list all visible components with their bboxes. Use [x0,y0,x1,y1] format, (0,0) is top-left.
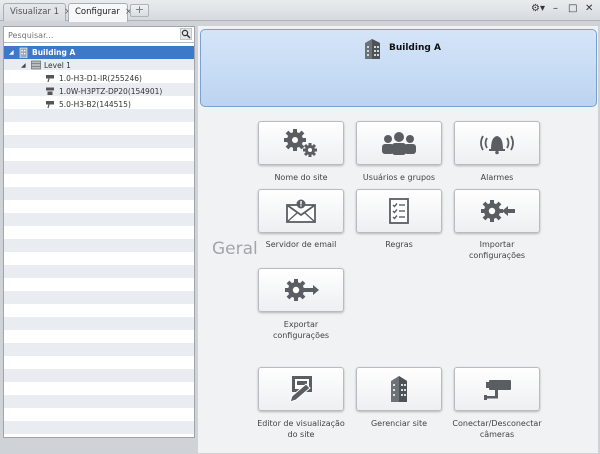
tree-item-label: 1.0-H3-D1-IR(255246) [59,74,142,83]
tree-item-site[interactable]: ◢ Building A [4,46,194,59]
alarm-bell-icon [480,135,514,155]
camera-icon [484,380,511,400]
tree-item-camera[interactable]: 1.0-H3-D1-IR(255246) [4,72,194,85]
import-config-label: Importar configurações [468,240,526,260]
ptz-camera-icon [46,87,54,95]
collapse-icon[interactable]: ◢ [9,46,14,59]
search-icon [181,29,191,39]
camera-icon [46,101,54,109]
alarms-label: Alarmes [480,173,514,182]
site-tree: ◢ Building A ◢ Level 1 1.0-H3-D1-IR(2552… [4,44,194,437]
sidebar: ◢ Building A ◢ Level 1 1.0-H3-D1-IR(2552… [3,26,195,438]
import-config-button[interactable] [454,189,540,233]
users-groups-button[interactable] [356,121,442,165]
settings-icon[interactable]: ⚙▾ [531,3,545,14]
building-icon [365,39,380,59]
level-icon [31,60,41,70]
tree-item-label: 5.0-H3-B2(144515) [59,100,131,109]
new-tab-button[interactable]: + [130,4,149,17]
gears-icon [284,129,317,157]
tab-label: Configurar [75,7,120,17]
tree-item-level[interactable]: ◢ Level 1 [4,59,194,72]
tree-item-label: Level 1 [44,61,71,70]
tab-label: Visualizar 1 [10,7,60,17]
checklist-icon [389,198,409,224]
tree-item-label: 1.0W-H3PTZ-DP20(154901) [59,87,163,96]
camera-icon [46,75,54,83]
tab-visualizar[interactable]: Visualizar 1× [3,3,72,21]
tab-configurar[interactable]: Configurar × [68,3,132,22]
mail-icon [286,199,316,223]
connect-cameras-label: Conectar/Desconectar câmeras [452,419,542,439]
main-panel: Building A Geral Nome do site Usuários e… [198,26,598,453]
page-title: Building A [389,43,441,53]
search-input[interactable] [8,28,178,42]
edit-view-icon [289,376,312,403]
search-button[interactable] [180,28,192,40]
export-config-button[interactable] [258,268,344,312]
alarms-button[interactable] [454,121,540,165]
rules-button[interactable] [356,189,442,233]
building-icon [19,47,28,58]
close-button[interactable]: ✕ [585,3,593,14]
site-name-button[interactable] [258,121,344,165]
tree-item-camera[interactable]: 5.0-H3-B2(144515) [4,98,194,111]
export-config-label: Exportar configurações [272,320,330,340]
email-server-button[interactable] [258,189,344,233]
maximize-button[interactable]: □ [568,3,577,14]
view-editor-button[interactable] [258,367,344,411]
minimize-button[interactable]: – [553,3,558,14]
users-icon [382,132,416,155]
collapse-icon[interactable]: ◢ [21,59,26,72]
manage-site-button[interactable] [356,367,442,411]
tree-item-camera[interactable]: 1.0W-H3PTZ-DP20(154901) [4,85,194,98]
tab-bar: Visualizar 1× Configurar× + ⚙▾ – □ ✕ [0,0,600,22]
search-bar [4,27,194,43]
site-header: Building A [200,29,597,107]
connect-cameras-button[interactable] [454,367,540,411]
building-icon [391,376,407,402]
tree-item-label: Building A [32,48,76,57]
gear-export-icon [285,279,319,301]
gear-import-icon [481,200,515,222]
